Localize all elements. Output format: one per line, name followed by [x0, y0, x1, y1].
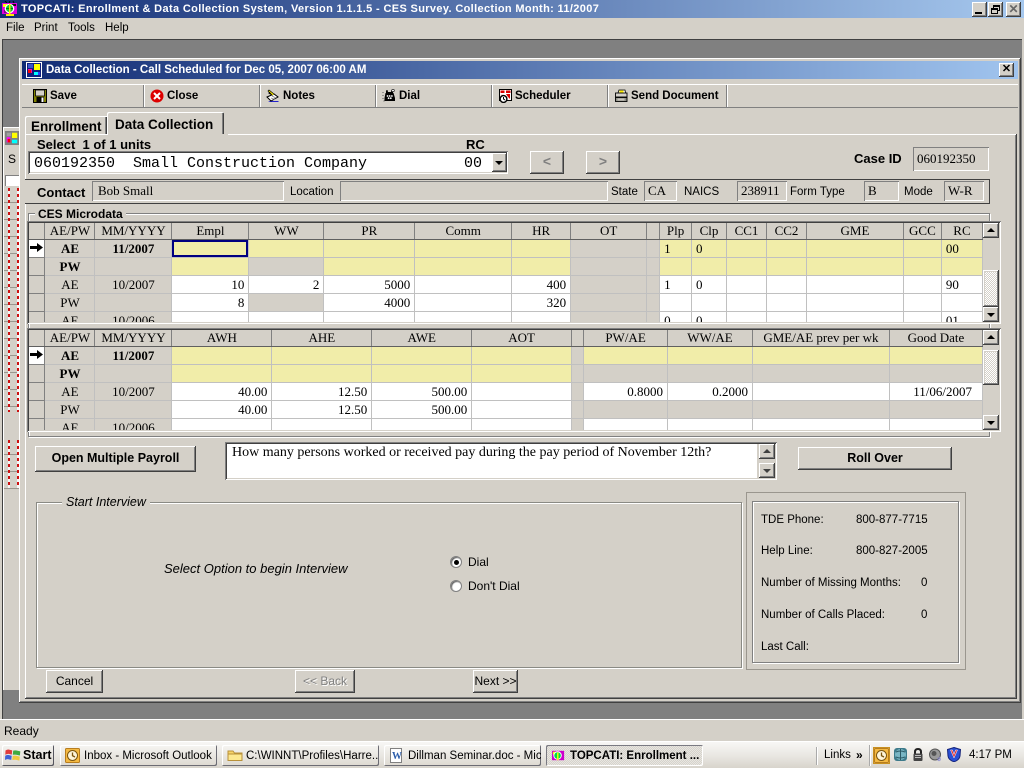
svg-text:W: W	[392, 751, 402, 762]
